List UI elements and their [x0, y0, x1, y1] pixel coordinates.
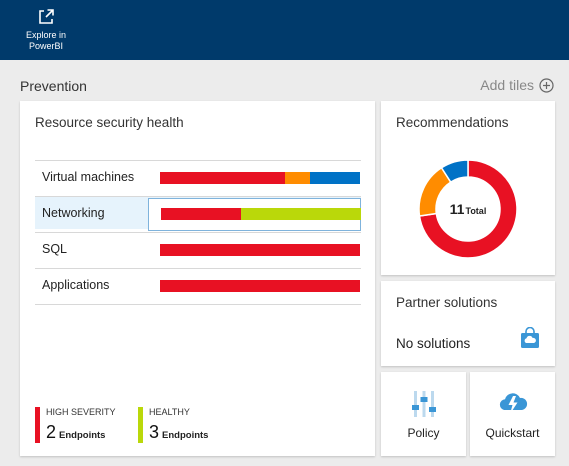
add-tiles-label: Add tiles: [480, 77, 534, 93]
sliders-icon: [411, 391, 436, 417]
health-bar-segment: [310, 172, 360, 184]
resource-row-sql[interactable]: SQL: [35, 232, 361, 265]
tile-title: Resource security health: [35, 115, 184, 130]
recommendations-tile[interactable]: Recommendations 11 Total: [381, 101, 555, 275]
legend-unit: Endpoints: [59, 430, 106, 441]
recommendations-donut: 11 Total: [418, 159, 518, 259]
health-bar-segment: [285, 172, 310, 184]
donut-total-label: Total: [465, 205, 487, 216]
quickstart-tile[interactable]: Quickstart: [470, 372, 555, 456]
resource-row-networking[interactable]: Networking: [35, 196, 361, 231]
resource-row-label: Applications: [42, 278, 110, 292]
resource-bar-box: [148, 270, 361, 303]
legend-color-bar: [35, 407, 40, 443]
health-bar-segment: [161, 208, 241, 220]
resource-row-virtual-machines[interactable]: Virtual machines: [35, 160, 361, 193]
health-bar: [161, 208, 361, 220]
shopping-bag-icon: [521, 327, 539, 348]
partner-solutions-tile[interactable]: Partner solutions No solutions: [381, 281, 555, 366]
legend-healthy: HEALTHY 3 Endpoints: [138, 407, 208, 443]
donut-center: 11 Total: [418, 159, 518, 259]
health-bar-segment: [160, 244, 360, 256]
add-circle-icon: [539, 77, 554, 93]
legend-color-bar: [138, 407, 143, 443]
health-bar-segment: [160, 280, 360, 292]
health-bar: [160, 280, 360, 292]
health-bar: [160, 244, 360, 256]
health-bar-segment: [160, 172, 285, 184]
legend-count: 3: [149, 422, 160, 442]
explore-in-powerbi-button[interactable]: Explore in PowerBI: [20, 8, 72, 54]
health-bar-segment: [241, 208, 361, 220]
legend-high-severity: HIGH SEVERITY 2 Endpoints: [35, 407, 116, 443]
legend-unit: Endpoints: [162, 430, 209, 441]
top-command-bar: Explore in PowerBI: [0, 0, 569, 60]
legend-name: HEALTHY: [149, 407, 190, 417]
tile-title: Recommendations: [396, 115, 509, 130]
cloud-lightning-icon: [499, 393, 527, 414]
resource-security-health-tile[interactable]: Resource security health Virtual machine…: [20, 101, 375, 456]
legend-count: 2: [46, 422, 57, 442]
resource-row-label: Networking: [42, 206, 105, 220]
resource-row-label: SQL: [42, 242, 68, 256]
resource-row-label: Virtual machines: [42, 170, 135, 184]
resource-bar-box: [148, 234, 361, 267]
resource-bar-box: [148, 198, 361, 231]
policy-tile[interactable]: Policy: [381, 372, 466, 456]
external-link-icon: [39, 9, 54, 24]
tile-title: Partner solutions: [396, 295, 498, 310]
legend-name: HIGH SEVERITY: [46, 407, 116, 417]
donut-total: 11: [449, 201, 465, 217]
policy-label: Policy: [407, 426, 440, 440]
resource-row-applications[interactable]: Applications: [35, 268, 361, 301]
health-bar: [160, 172, 360, 184]
explore-in-powerbi-label: Explore in PowerBI: [25, 30, 67, 51]
partner-solutions-value: No solutions: [396, 336, 471, 351]
section-title: Prevention: [20, 78, 87, 94]
quickstart-label: Quickstart: [485, 426, 540, 440]
table-divider: [35, 304, 361, 305]
resource-bar-box: [148, 162, 361, 195]
add-tiles-button[interactable]: Add tiles: [480, 77, 554, 93]
